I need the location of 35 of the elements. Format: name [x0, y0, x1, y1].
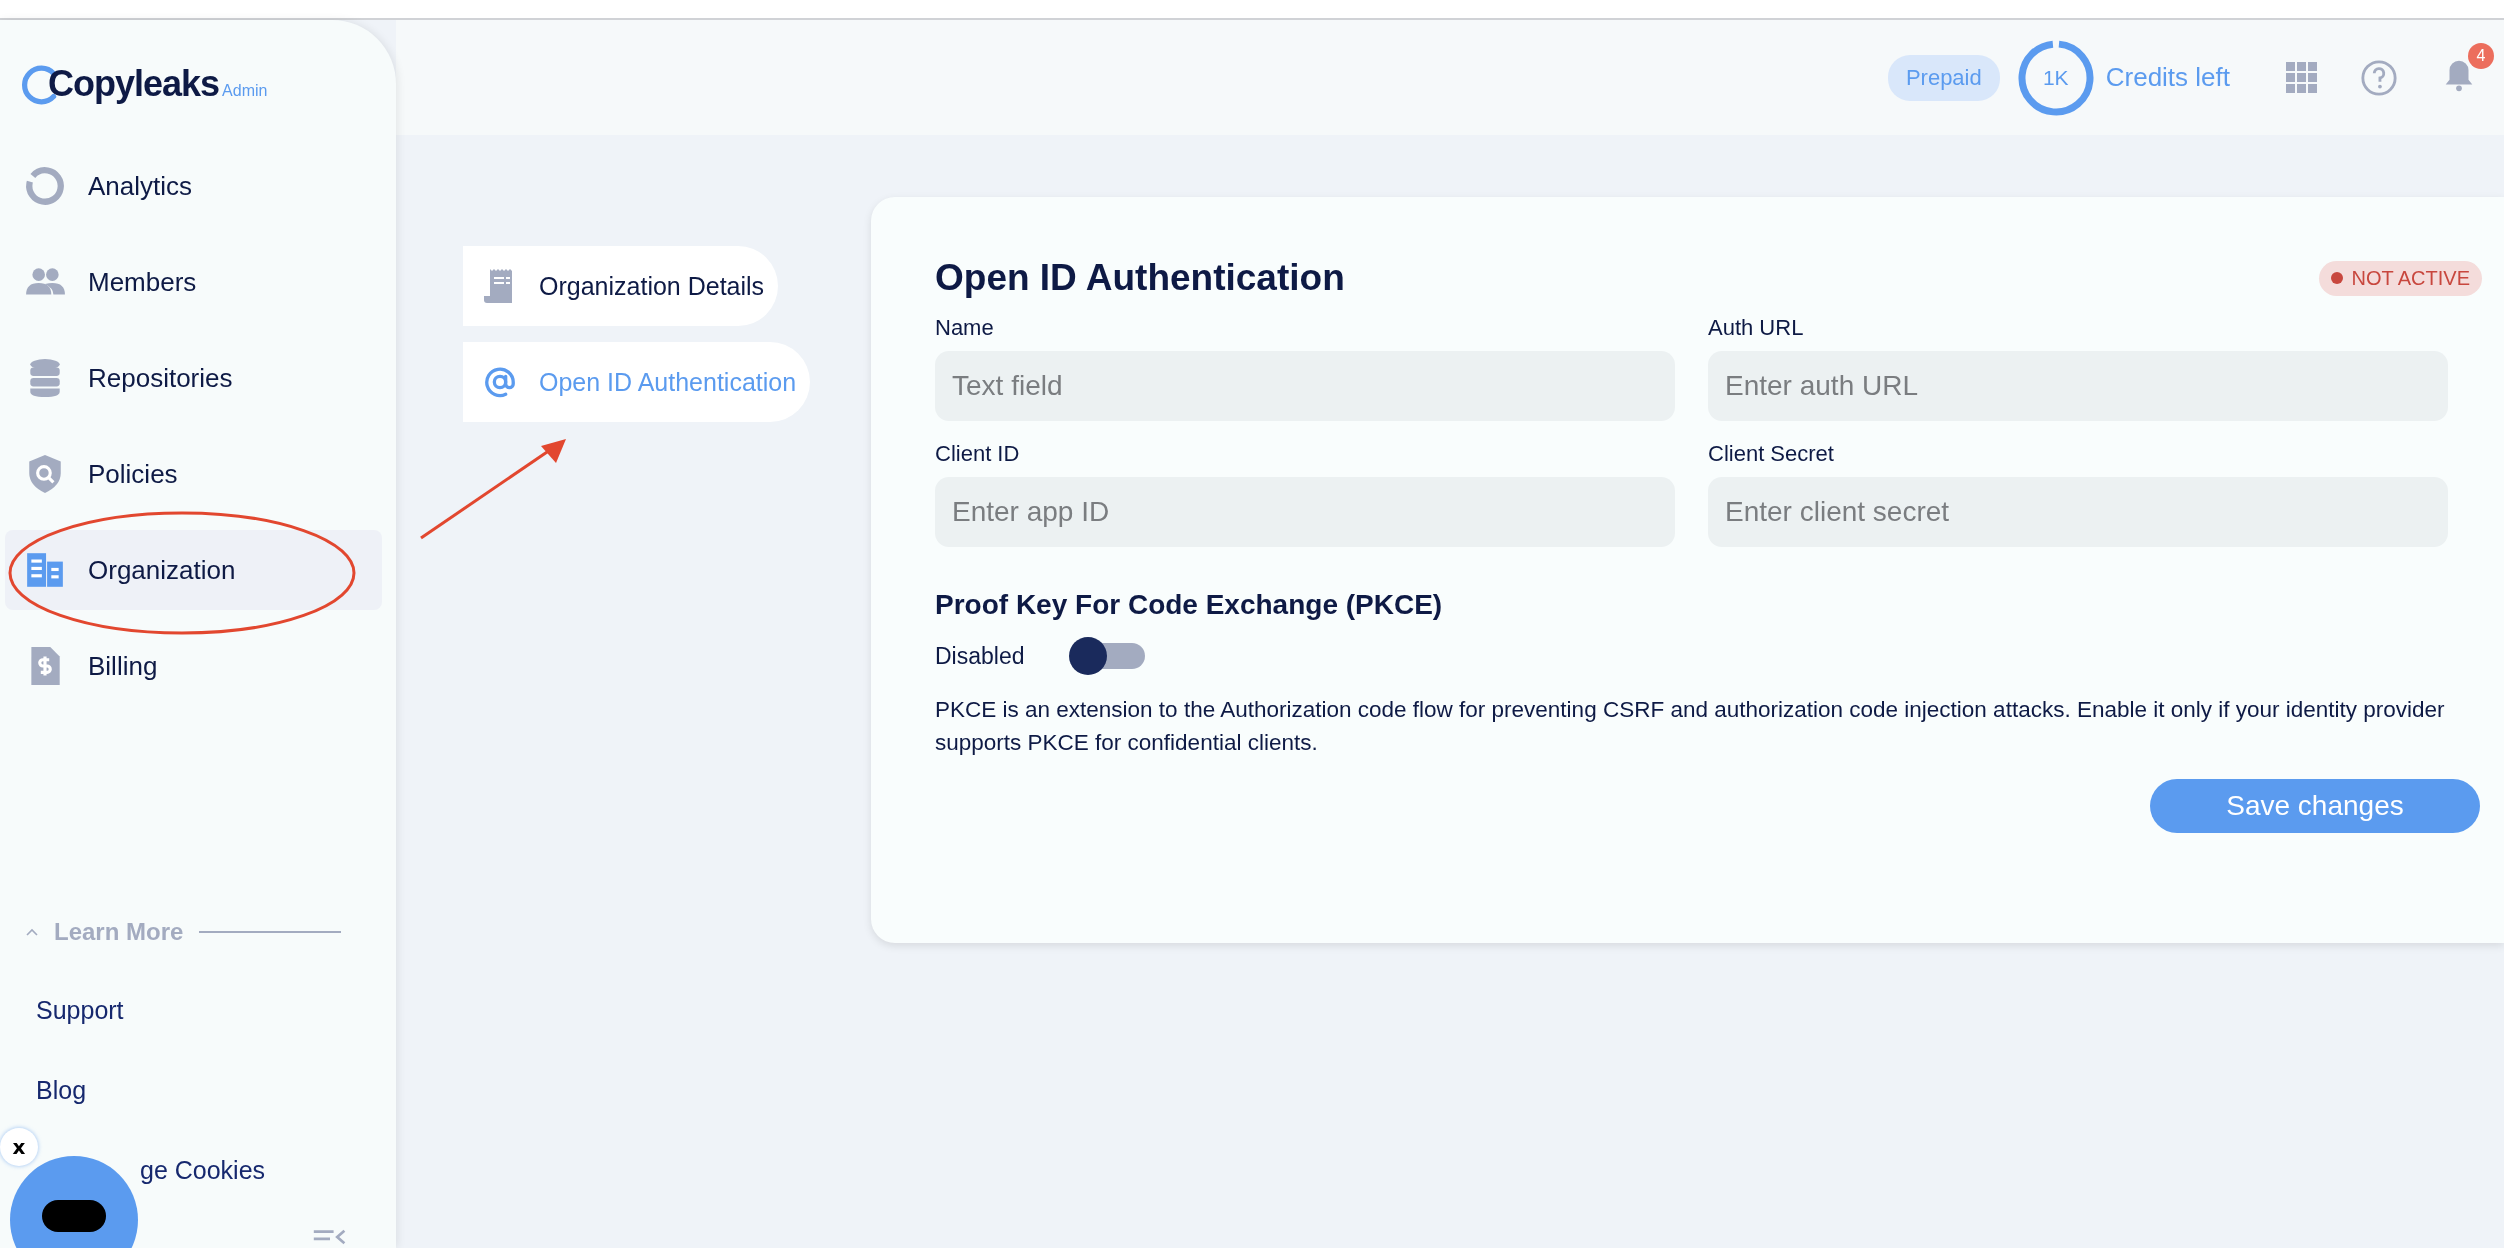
plan-badge: Prepaid	[1887, 54, 2000, 101]
card-title: Open ID Authentication	[935, 257, 1345, 299]
toggle-switch[interactable]	[1068, 637, 1145, 675]
brand-tag: Admin	[222, 82, 268, 100]
input-field[interactable]: Enter client secret	[1708, 477, 2448, 547]
sidebar-item[interactable]: Members	[5, 242, 382, 322]
sidebar-item[interactable]: Repositories	[5, 338, 382, 418]
notification-badge: 4	[2468, 42, 2494, 69]
input-field[interactable]: Enter auth URL	[1708, 351, 2448, 421]
field-label: Auth URL	[1708, 315, 1805, 341]
collapse-menu-icon[interactable]	[312, 1228, 348, 1246]
sidebar-link[interactable]: Blog	[0, 1075, 396, 1106]
sidebar-item[interactable]: Billing	[5, 626, 382, 706]
apps-grid-icon[interactable]	[2286, 61, 2318, 94]
help-icon[interactable]	[2360, 58, 2398, 97]
field-label: Client Secret	[1708, 441, 1835, 467]
ring-chart-icon	[24, 165, 66, 207]
sidebar-link[interactable]: Support	[0, 995, 396, 1026]
field-label: Client ID	[935, 441, 1021, 467]
status-badge: NOT ACTIVE	[2319, 260, 2482, 296]
subnav-tab[interactable]: Organization Details	[463, 246, 779, 326]
credits-label: Credits left	[2105, 62, 2230, 93]
input-field[interactable]: Enter app ID	[935, 477, 1675, 547]
sidebar-item[interactable]: Policies	[5, 434, 382, 514]
chevron-icon[interactable]	[26, 928, 38, 936]
at-sign-icon	[483, 364, 517, 400]
toggle-label: Disabled	[935, 642, 1025, 670]
input-field[interactable]: Text field	[935, 351, 1675, 421]
section-heading: Proof Key For Code Exchange (PKCE)	[935, 589, 1444, 621]
description-text: PKCE is an extension to the Authorization code flow for preventing CSRF and authorization code injection attacks. Enable it only if your identity provider supports PKCE for confidential clients.	[935, 696, 2446, 757]
sidebar-item[interactable]: Organization	[5, 530, 382, 610]
sidebar-item[interactable]: Analytics	[5, 146, 382, 226]
field-label: Name	[935, 315, 995, 341]
credits-amount: 1K	[2042, 65, 2069, 90]
brand-name: Copyleaks	[48, 62, 220, 106]
